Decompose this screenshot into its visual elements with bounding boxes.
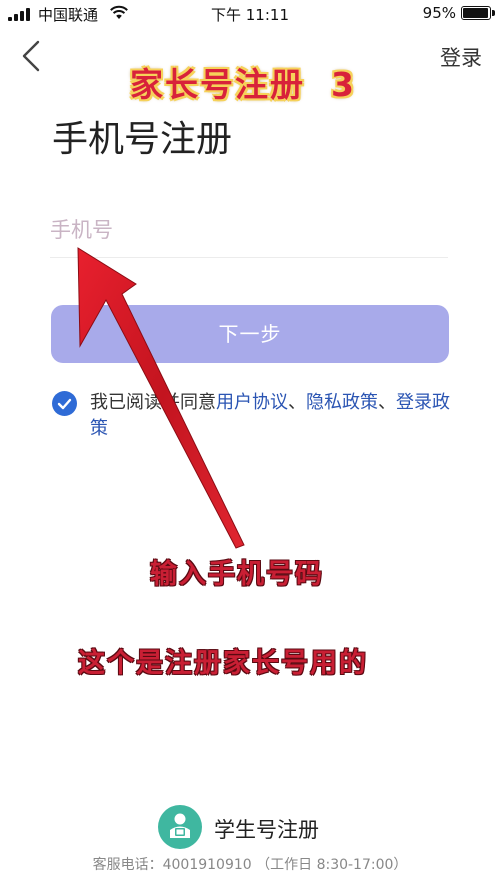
student-register-label: 学生号注册 [214, 818, 319, 842]
agreement-checkbox[interactable] [52, 391, 77, 416]
status-bar: 中国联通 下午 11:11 95% [0, 0, 500, 28]
phone-input[interactable] [50, 210, 448, 250]
agreement-separator: 、 [288, 392, 306, 413]
login-link[interactable]: 登录 [440, 42, 482, 72]
page-title: 手机号注册 [52, 119, 233, 160]
battery-icon [461, 6, 495, 20]
chevron-left-icon [22, 40, 40, 72]
agreement-separator: 、 [378, 392, 396, 413]
overlay-title-caption: 家长号注册 3 [130, 58, 356, 106]
agreement-prefix: 我已阅读并同意 [90, 392, 216, 413]
user-agreement-link[interactable]: 用户协议 [216, 392, 288, 413]
input-hint-caption: 输入手机号码 [150, 559, 324, 590]
next-step-button[interactable]: 下一步 [51, 305, 449, 363]
agreement-text: 我已阅读并同意用户协议、隐私政策、登录政策 [90, 390, 450, 442]
overlay-title-text: 家长号注册 [130, 65, 305, 104]
privacy-policy-link[interactable]: 隐私政策 [306, 392, 378, 413]
parent-note-caption: 这个是注册家长号用的 [78, 648, 368, 679]
service-hotline: 客服电话：4001910910 （工作日 8:30-17:00） [92, 857, 408, 873]
checkmark-icon [57, 398, 72, 410]
battery-percent: 95% [422, 4, 456, 22]
phone-field [50, 210, 448, 258]
student-icon [158, 805, 202, 849]
back-button[interactable] [18, 38, 48, 74]
overlay-title-number: 3 [331, 65, 356, 104]
